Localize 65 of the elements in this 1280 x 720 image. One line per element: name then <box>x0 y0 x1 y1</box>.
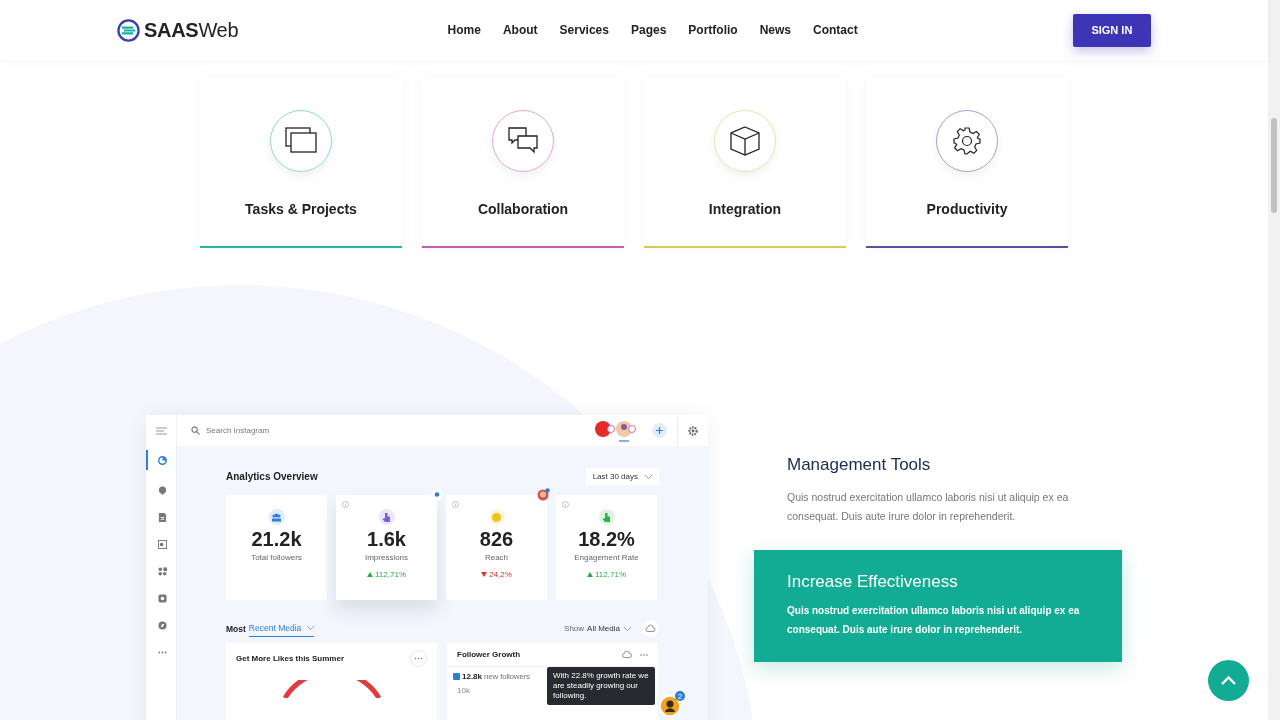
stat-card[interactable]: 1.6k Impressions 112,71% <box>336 495 437 600</box>
nav-link[interactable]: News <box>759 23 792 37</box>
sign-in-button[interactable]: SIGN IN <box>1072 13 1151 47</box>
section-title: Analytics Overview <box>226 471 318 482</box>
logo-icon <box>117 18 140 42</box>
section-text: Quis nostrud exercitation ullamco laboris nisi ut aliquip ex ea consequat. Duis aute irure dolor in reprehenderit. <box>787 490 1070 524</box>
stat-change: 24,2% <box>489 570 512 579</box>
stat-label: Impressions <box>364 553 409 562</box>
chevron-down-icon <box>307 626 315 630</box>
legend-swatch <box>453 673 460 680</box>
avatar-icon <box>537 488 550 501</box>
nav-link[interactable]: Home <box>447 23 481 37</box>
stat-value: 18.2% <box>578 528 635 551</box>
add-icon[interactable] <box>652 423 667 438</box>
gear-icon <box>953 127 981 155</box>
stat-label: Total followers <box>251 553 302 562</box>
cube-icon <box>730 126 760 156</box>
feature-card[interactable]: Integration <box>644 78 846 248</box>
tooltip: With 22.8% growth rate we are steadily growing our following. <box>547 667 655 705</box>
card-text: Quis nostrud exercitation ullamco laboris nisi ut aliquip ex ea consequat. Duis aute irure dolor in reprehenderit. <box>787 604 1081 637</box>
notification-badge: 2 <box>675 691 685 701</box>
cloud-icon[interactable] <box>642 620 659 637</box>
legend-value: 12.8k <box>462 672 483 681</box>
scrollbar[interactable] <box>1268 0 1280 720</box>
nav-link[interactable]: Pages <box>631 23 667 37</box>
nav-link[interactable]: Portfolio <box>688 23 738 37</box>
stat-change: 112,71% <box>595 570 626 579</box>
avatar-icon[interactable] <box>659 695 681 717</box>
settings-icon[interactable] <box>688 425 698 436</box>
date-range-dropdown[interactable]: Last 30 days <box>585 468 659 485</box>
feature-card[interactable]: Productivity <box>866 78 1068 248</box>
scroll-top-button[interactable] <box>1208 660 1249 701</box>
stat-card[interactable]: 826 Reach 24,2% <box>446 495 547 600</box>
stat-label: Reach <box>484 553 509 562</box>
logo-text[interactable]: SAASWeb <box>144 18 239 42</box>
stat-change: 112,71% <box>375 570 406 579</box>
stat-value: 826 <box>479 528 514 551</box>
feature-card[interactable]: Collaboration <box>422 78 624 248</box>
media-dropdown[interactable]: Recent Media <box>248 623 315 637</box>
nav-link[interactable]: Services <box>559 23 609 37</box>
filter-label: Show <box>564 624 585 633</box>
stat-card[interactable]: 18.2% Engagement Rate 112,71% <box>556 495 657 600</box>
windows-icon <box>285 127 317 155</box>
card-heading: Increase Effectiveness <box>787 572 959 592</box>
nav-link[interactable]: Contact <box>813 23 858 37</box>
filter-dropdown[interactable]: All Media <box>587 624 631 633</box>
pin-icon <box>431 489 443 501</box>
section-heading: Management Tools <box>787 455 932 475</box>
nav-link[interactable]: About <box>502 23 538 37</box>
section-title: Most <box>226 623 246 634</box>
chat-icon <box>508 127 538 155</box>
card-title: Get More Likes this Summer <box>236 654 345 663</box>
stat-card[interactable]: 21.2k Total followers <box>226 495 327 600</box>
chevron-down-icon <box>624 626 631 631</box>
stat-value: 1.6k <box>367 528 406 551</box>
search-field[interactable]: Search Instagram <box>206 426 316 435</box>
chevron-down-icon <box>645 474 652 479</box>
stat-value: 21.2k <box>251 528 302 551</box>
card-title: Follower Growth <box>457 650 522 659</box>
legend-label: new followers <box>484 672 530 681</box>
search-icon <box>191 426 200 435</box>
stat-label: Engagement Rate <box>574 553 639 562</box>
cloud-icon[interactable] <box>622 650 632 659</box>
feature-card[interactable]: Tasks & Projects <box>200 78 402 248</box>
axis-label: 10k <box>457 686 470 695</box>
